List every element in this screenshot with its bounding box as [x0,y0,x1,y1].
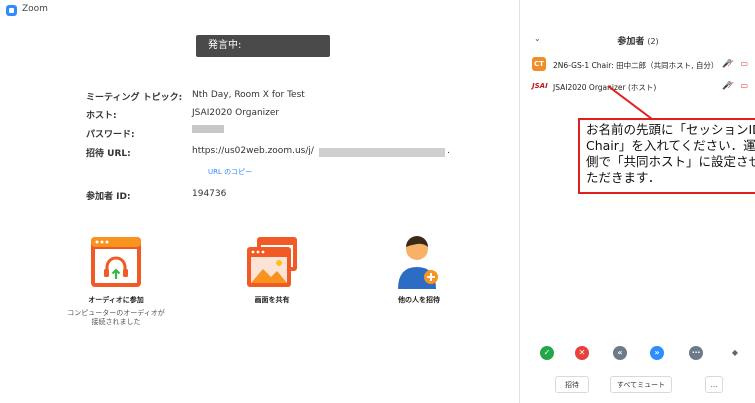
callout-line: Chair」を入れてください．運営 [586,138,755,153]
callout-line: 側で「共同ホスト」に設定させ [586,154,755,169]
annotation-arrow [607,85,653,120]
callout-line: お名前の先頭に「セッションID [586,122,755,137]
callout-line: ただきます． [586,170,661,185]
annotation-callout: お名前の先頭に「セッションID Chair」を入れてください．運営 側で「共同ホ… [578,118,755,194]
